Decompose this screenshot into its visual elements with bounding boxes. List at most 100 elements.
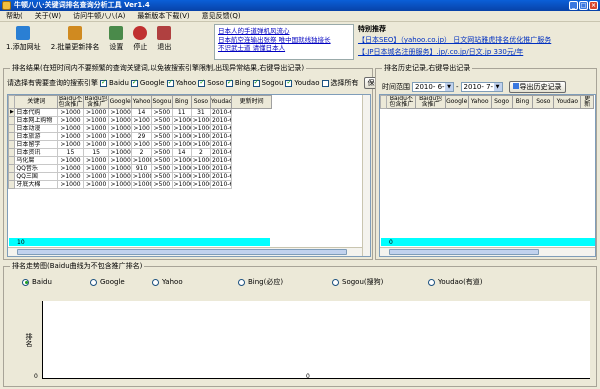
table-row[interactable]: 日本旅游>1000>1000>100029>500>1000>10002010-… [8, 132, 272, 141]
menu-feedback[interactable]: 意见反馈(Q) [196, 11, 247, 21]
table-cell: >100 [130, 140, 153, 149]
column-header[interactable]: Yahoo [467, 95, 492, 109]
keyword-cell[interactable]: 日本资讯 [14, 148, 59, 157]
column-header[interactable]: Baidu不包含推广 [386, 95, 417, 109]
keyword-cell[interactable]: QQ音乐 [14, 164, 59, 173]
batch-update-button[interactable]: 2.批量更新排名 [47, 24, 104, 58]
table-row[interactable]: 乌化腐>1000>1000>1000>1000>500>1000>1000201… [8, 156, 272, 165]
engine-checkbox-bing[interactable] [225, 78, 233, 87]
radio-bing[interactable] [238, 278, 245, 286]
keyword-cell[interactable]: 日本旅游 [14, 132, 59, 141]
history-horizontal-scrollbar[interactable] [380, 247, 595, 256]
engine-checkbox-youdao[interactable] [285, 78, 293, 87]
table-cell: 2010-6-9 [209, 172, 233, 181]
table-cell: >500 [151, 148, 173, 157]
column-header[interactable]: Yahoo [130, 95, 153, 109]
engine-checkbox-soso[interactable] [198, 78, 206, 87]
column-header[interactable]: Google [444, 95, 469, 109]
minimize-button[interactable]: _ [569, 1, 578, 10]
table-row[interactable]: 日本资讯1515>10002>5001422010-6-9 [8, 148, 272, 157]
table-cell: >1000 [82, 132, 110, 141]
keyword-cell[interactable]: 日本留学 [14, 140, 59, 149]
menu-help[interactable]: 帮助( [0, 11, 29, 21]
scrollbar-thumb[interactable] [17, 249, 347, 255]
keyword-cell[interactable]: 乌化腐 [14, 156, 59, 165]
column-header[interactable]: Soso [190, 95, 212, 109]
close-button[interactable]: × [589, 1, 598, 10]
column-header[interactable]: Baidu包含推广 [415, 95, 446, 109]
chevron-down-icon: ▼ [445, 83, 453, 91]
recommend-link[interactable]: 【日本SEO】（yahoo.co.jp） 日文网站雅虎排名优化推广服务 [358, 34, 598, 46]
radio-youdao[interactable] [428, 278, 435, 286]
history-title: 排名历史记录,右键导出记录 [382, 64, 473, 73]
radio-yahoo[interactable] [152, 278, 159, 286]
table-cell: >500 [151, 180, 173, 189]
radio-sogou[interactable] [332, 278, 339, 286]
column-header[interactable]: 关键词 [14, 95, 59, 109]
export-history-button[interactable]: 导出历史记录 [508, 81, 566, 93]
engine-checkbox-baidu[interactable] [100, 78, 107, 87]
recommend-link[interactable]: 【.JP日本城名注册服务】.jp/.co.jp/日文.jp 330元/年 [358, 46, 598, 58]
table-row[interactable]: QQ三国>1000>1000>1000>1000>500>1000>100020… [8, 172, 272, 181]
scrollbar-thumb[interactable] [389, 249, 539, 255]
table-row[interactable]: 日本留学>1000>1000>1000>100>500>1000>1000201… [8, 140, 272, 149]
trend-chart-group: 排名走势图(Baidu曲线为不包含推广排名) Baidu Google Yaho… [3, 262, 597, 387]
column-header[interactable]: 更新 [580, 95, 594, 109]
table-cell: 31 [190, 108, 212, 117]
ad-link[interactable]: 日本航空连输出张祭 唯中国就线独接长 [218, 36, 350, 45]
add-url-button[interactable]: 1.添加网址 [2, 24, 45, 58]
column-header[interactable]: Sogo [490, 95, 513, 109]
radio-google[interactable] [90, 278, 97, 286]
column-header[interactable]: Soso [532, 95, 555, 109]
column-header[interactable]: Bing [171, 95, 192, 109]
table-cell: >500 [151, 172, 173, 181]
table-row[interactable]: 牙底大棉>1000>1000>1000>1000>500>1000>100020… [8, 180, 272, 189]
row-count: 10 [17, 239, 25, 246]
table-row[interactable]: ▶日本代购>1000>1000>100014>50011312010-6-9 [8, 108, 272, 117]
radio-baidu[interactable] [22, 278, 29, 286]
table-row[interactable]: 日本动漫>1000>1000>1000>100>500>1000>1000201… [8, 124, 272, 133]
menu-download[interactable]: 最新版本下载(V) [131, 11, 195, 21]
keyword-cell[interactable]: QQ三国 [14, 172, 59, 181]
column-header[interactable]: 更新时间 [231, 95, 272, 109]
table-row[interactable]: 日本网上购物>1000>1000>1000>100>500>1000>10002… [8, 116, 272, 125]
from-date-picker[interactable]: 2010- 6- 9 ▼ [412, 82, 454, 92]
column-header[interactable]: Youdao [553, 95, 582, 109]
table-cell: >1000 [171, 180, 192, 189]
column-header[interactable]: Baidu包含推广 [82, 95, 110, 109]
column-header[interactable]: Sogou [151, 95, 173, 109]
column-header[interactable]: Bing [511, 95, 534, 109]
settings-button[interactable]: 设置 [105, 24, 127, 58]
table-cell: >1000 [108, 140, 132, 149]
ad-link[interactable]: 日本人的手道弹机风流心 [218, 27, 350, 36]
table-cell: 14 [130, 108, 153, 117]
exit-button[interactable]: 退出 [153, 24, 175, 58]
keyword-cell[interactable]: 日本代购 [14, 108, 59, 117]
column-header[interactable]: Baidu不包含推广 [57, 95, 84, 109]
to-date-picker[interactable]: 2010- 7- 9 ▼ [460, 82, 503, 92]
keyword-cell[interactable]: 日本动漫 [14, 124, 59, 133]
column-header[interactable]: Google [108, 95, 132, 109]
table-cell: 2 [190, 148, 212, 157]
table-cell: >1000 [190, 172, 212, 181]
engine-checkbox-sogou[interactable] [252, 78, 260, 87]
keyword-cell[interactable]: 日本网上购物 [14, 116, 59, 125]
maximize-button[interactable]: □ [579, 1, 588, 10]
keyword-cell[interactable]: 牙底大棉 [14, 180, 59, 189]
horizontal-scrollbar[interactable] [8, 247, 362, 256]
ad-link[interactable]: 不识武士道 请懂日本人 [218, 44, 350, 53]
engine-checkbox-google[interactable] [130, 78, 138, 87]
trend-chart-title: 排名走势图(Baidu曲线为不包含推广排名) [10, 262, 145, 271]
table-row[interactable]: QQ音乐>1000>1000>1000910>500>1000>10002010… [8, 164, 272, 173]
engine-checkbox-yahoo[interactable] [166, 78, 174, 87]
stop-button[interactable]: 停止 [129, 24, 151, 58]
table-cell: 2010-6-9 [209, 132, 233, 141]
menu-visit[interactable]: 访问牛顿八八(A) [67, 11, 131, 21]
batch-update-icon [68, 26, 83, 40]
menu-about[interactable]: 关于(W) [29, 11, 67, 21]
column-header[interactable]: Youdao [209, 95, 233, 109]
y-axis-label: 排名 [25, 333, 33, 347]
select-all-checkbox[interactable] [321, 79, 329, 87]
table-cell: 2010-6-9 [209, 164, 233, 173]
vertical-scrollbar[interactable] [362, 95, 370, 256]
